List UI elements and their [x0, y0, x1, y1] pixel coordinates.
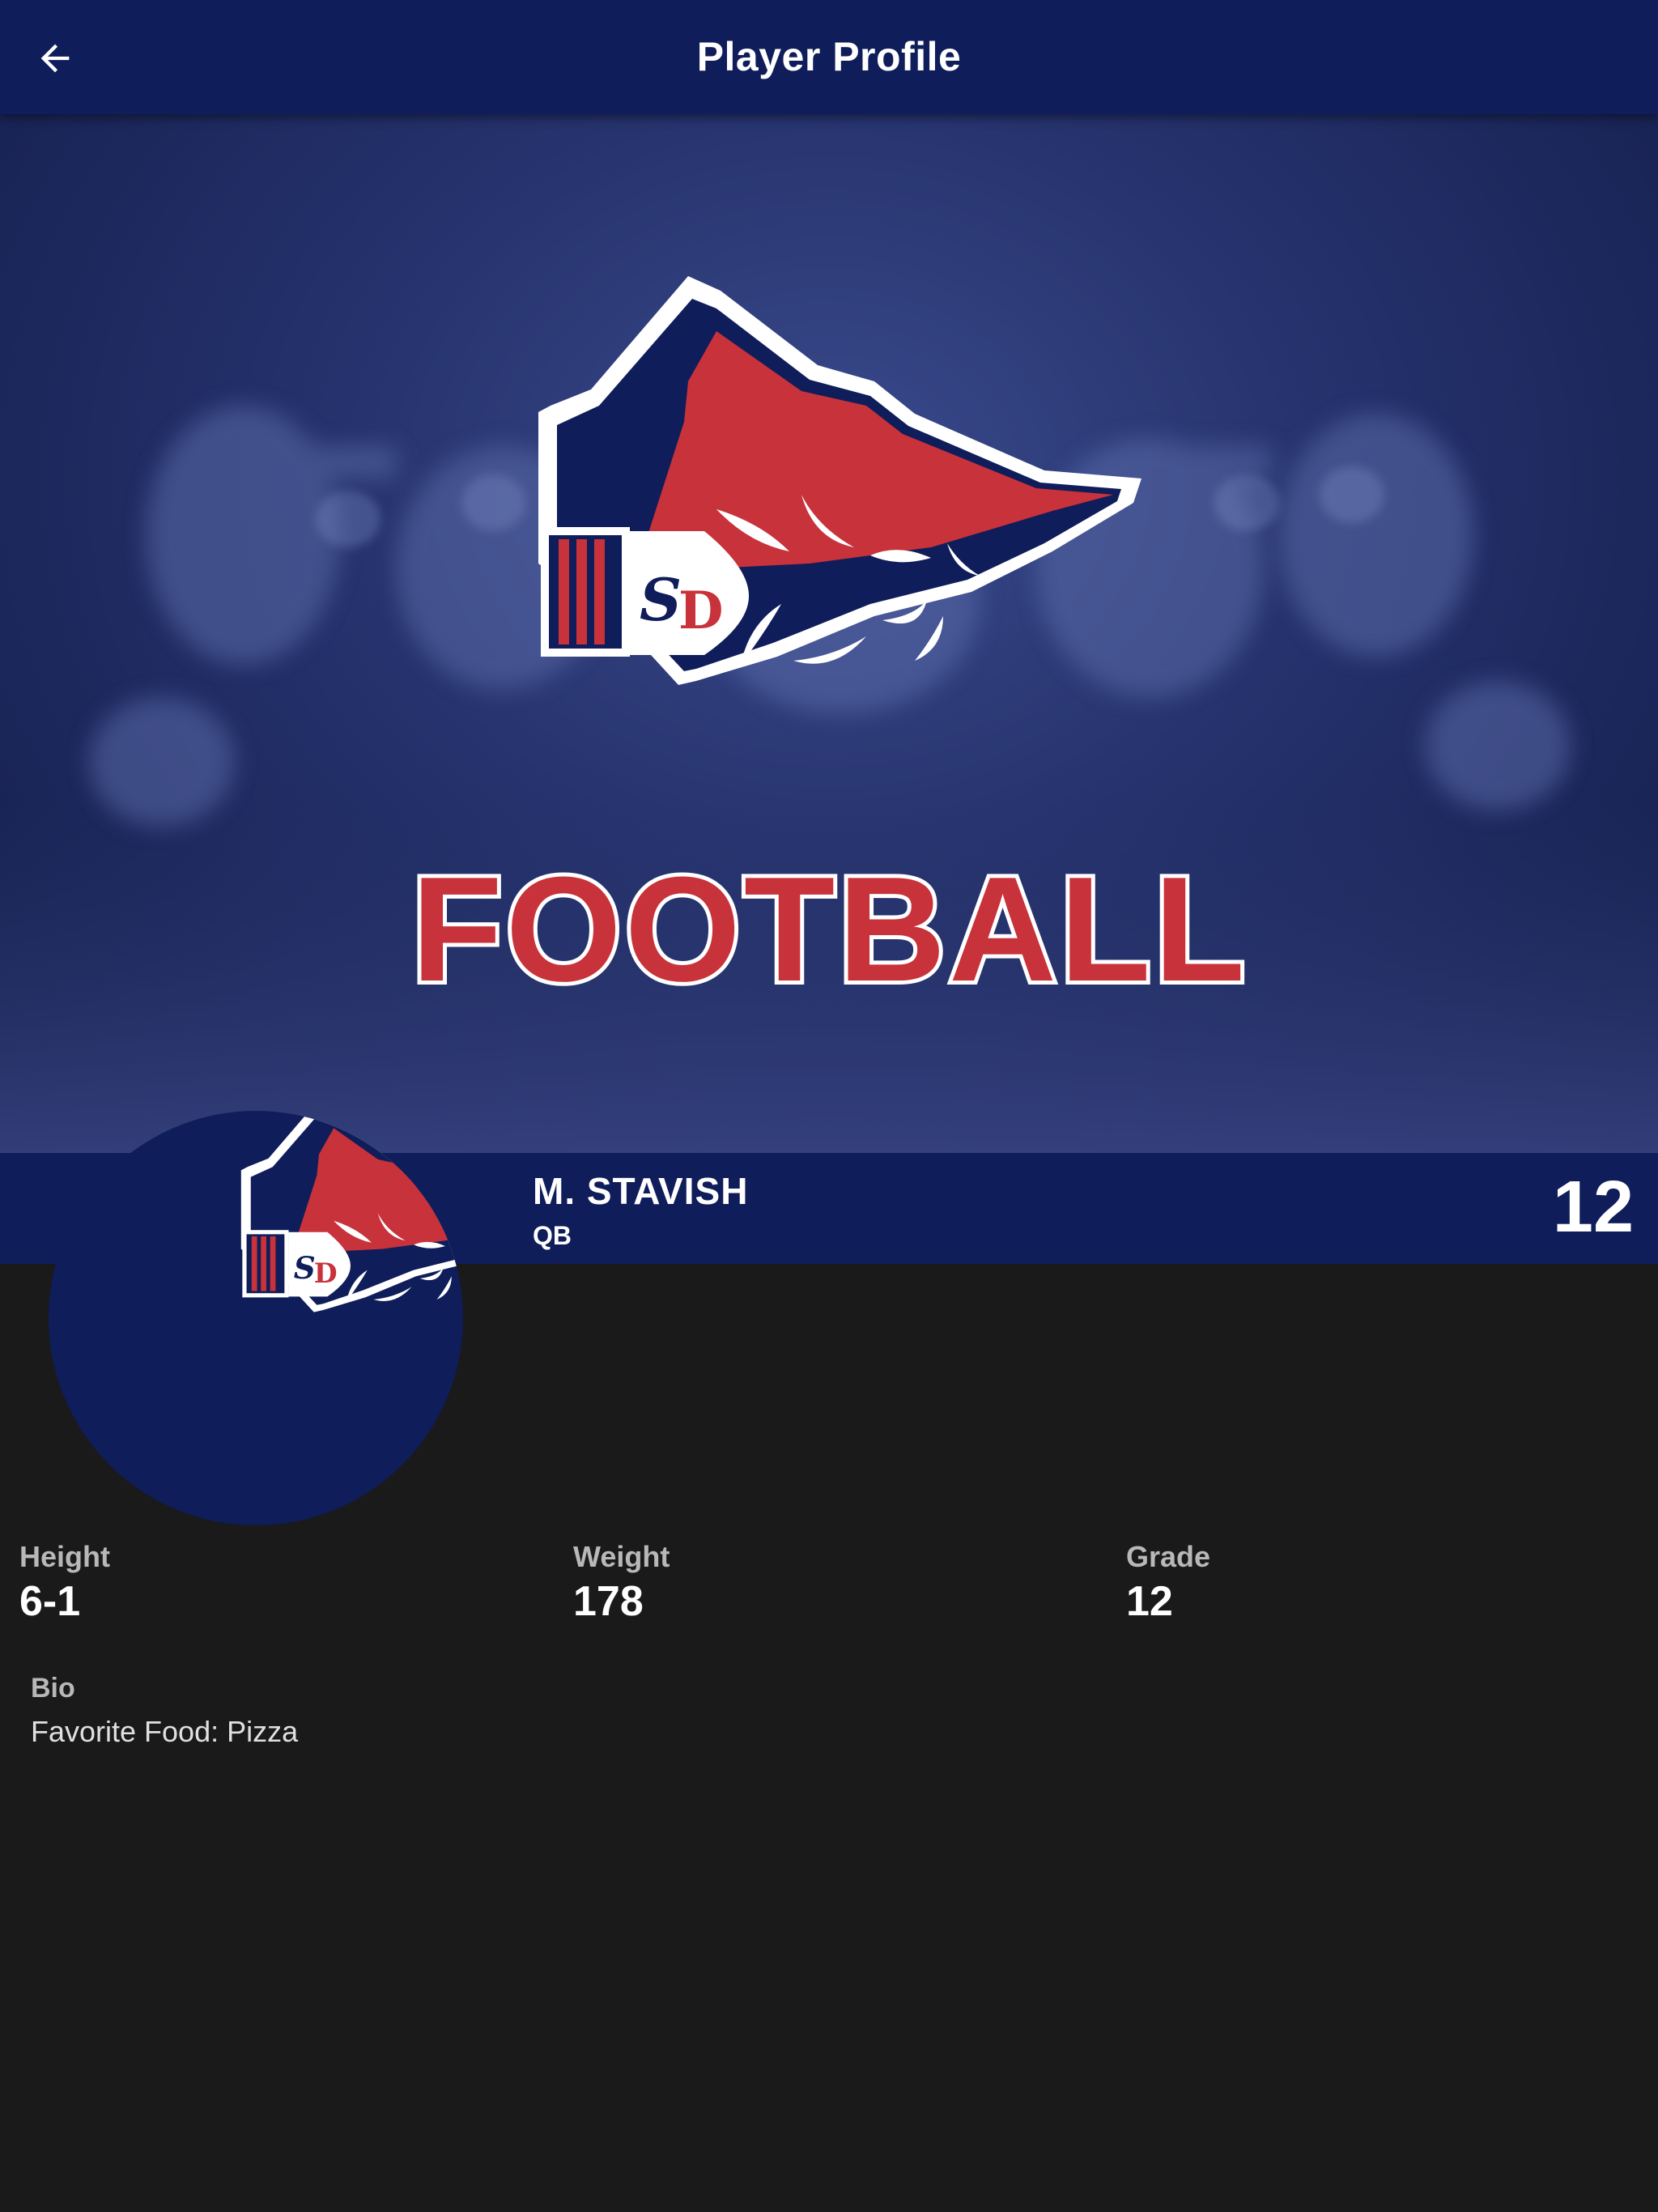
stat-label: Grade [1126, 1540, 1211, 1573]
hero-banner: S D FOOTBALL [0, 114, 1658, 1153]
stat-grade: Grade 12 [1126, 1540, 1210, 1626]
football-wordmark: FOOTBALL [411, 845, 1248, 1012]
player-position: QB [533, 1221, 572, 1250]
page-title: Player Profile [696, 34, 962, 79]
stat-height: Height 6-1 [19, 1540, 110, 1626]
stat-value: 178 [573, 1578, 644, 1625]
top-bar: Player Profile [0, 0, 1658, 114]
avatar: S D [49, 1111, 463, 1525]
svg-text:S: S [640, 565, 682, 634]
player-name: M. STAVISH [533, 1170, 749, 1212]
arrowhead-logo-avatar: S D [240, 1111, 463, 1312]
svg-text:D: D [678, 581, 724, 641]
player-number: 12 [1552, 1167, 1634, 1248]
stat-label: Height [19, 1540, 110, 1573]
stat-value: 6-1 [19, 1578, 81, 1625]
svg-text:S: S [294, 1250, 316, 1286]
svg-text:D: D [314, 1257, 338, 1289]
bio-label: Bio [31, 1673, 75, 1704]
stat-value: 12 [1126, 1578, 1173, 1625]
bio-text: Favorite Food: Pizza [31, 1715, 299, 1748]
stat-label: Weight [573, 1540, 670, 1573]
stat-weight: Weight 178 [573, 1540, 670, 1626]
